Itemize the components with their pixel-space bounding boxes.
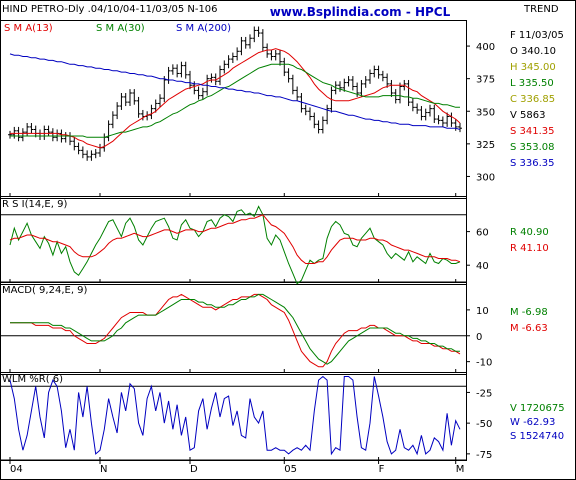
legend-item: S M A(200) — [176, 23, 231, 34]
macd-ytick-label: 10 — [476, 306, 489, 317]
chart-root: HIND PETRO-Dly .04/10/04-11/03/05 N-106 … — [0, 0, 576, 480]
price-info-item: S 341.35 — [510, 126, 555, 137]
macd-ytick-label: 0 — [476, 332, 482, 343]
legend-item: S M A(30) — [96, 23, 145, 34]
x-tick-label: 04 — [10, 464, 23, 475]
legend-item: S M A(13) — [4, 23, 53, 34]
macd-title: MACD( 9,24,E, 9) — [2, 285, 88, 296]
rsi-ytick-label: 60 — [476, 228, 489, 239]
price-info-item: S 353.08 — [510, 142, 555, 153]
x-tick-label: 05 — [284, 464, 297, 475]
price-info-item: F 11/03/05 — [510, 30, 564, 41]
macd-info-item: M -6.63 — [510, 323, 548, 334]
price-info-item: S 336.35 — [510, 158, 555, 169]
price-info-item: H 345.00 — [510, 62, 556, 73]
price-info-item: O 340.10 — [510, 46, 556, 57]
x-tick-label: F — [379, 464, 385, 475]
price-info-item: L 335.50 — [510, 78, 554, 89]
site-title: www.Bsplindia.com - HPCL — [270, 5, 451, 19]
price-ytick-label: 400 — [476, 42, 495, 53]
x-tick-label: M — [456, 464, 465, 475]
price-ytick-label: 325 — [476, 140, 495, 151]
trend-label: TREND — [523, 4, 559, 15]
price-info-item: C 336.85 — [510, 94, 555, 105]
price-ytick-label: 300 — [476, 172, 495, 183]
x-tick-label: N — [100, 464, 107, 475]
stock-chart: HIND PETRO-Dly .04/10/04-11/03/05 N-106 … — [0, 0, 576, 480]
rsi-info-item: R 41.10 — [510, 243, 549, 254]
instrument-title: HIND PETRO-Dly .04/10/04-11/03/05 N-106 — [2, 4, 218, 15]
x-tick-label: D — [190, 464, 198, 475]
wlm-ytick-label: -75 — [476, 450, 492, 461]
wlm-ytick-label: -25 — [476, 388, 492, 399]
price-info-item: V 5863 — [510, 110, 545, 121]
rsi-title: R S I(14,E, 9) — [2, 199, 67, 210]
rsi-info-item: R 40.90 — [510, 227, 549, 238]
wlm-info-item: V 1720675 — [510, 403, 565, 414]
price-ytick-label: 350 — [476, 107, 495, 118]
price-legend: S M A(13) S M A(30) S M A(200) — [4, 23, 231, 34]
rsi-ytick-label: 40 — [476, 261, 489, 272]
macd-info-item: M -6.98 — [510, 307, 548, 318]
wlm-info-item: S 1524740 — [510, 431, 564, 442]
price-ytick-label: 375 — [476, 75, 495, 86]
macd-ytick-label: -10 — [476, 358, 492, 369]
wlm-info-item: W -62.93 — [510, 417, 555, 428]
wlm-ytick-label: -50 — [476, 419, 492, 430]
